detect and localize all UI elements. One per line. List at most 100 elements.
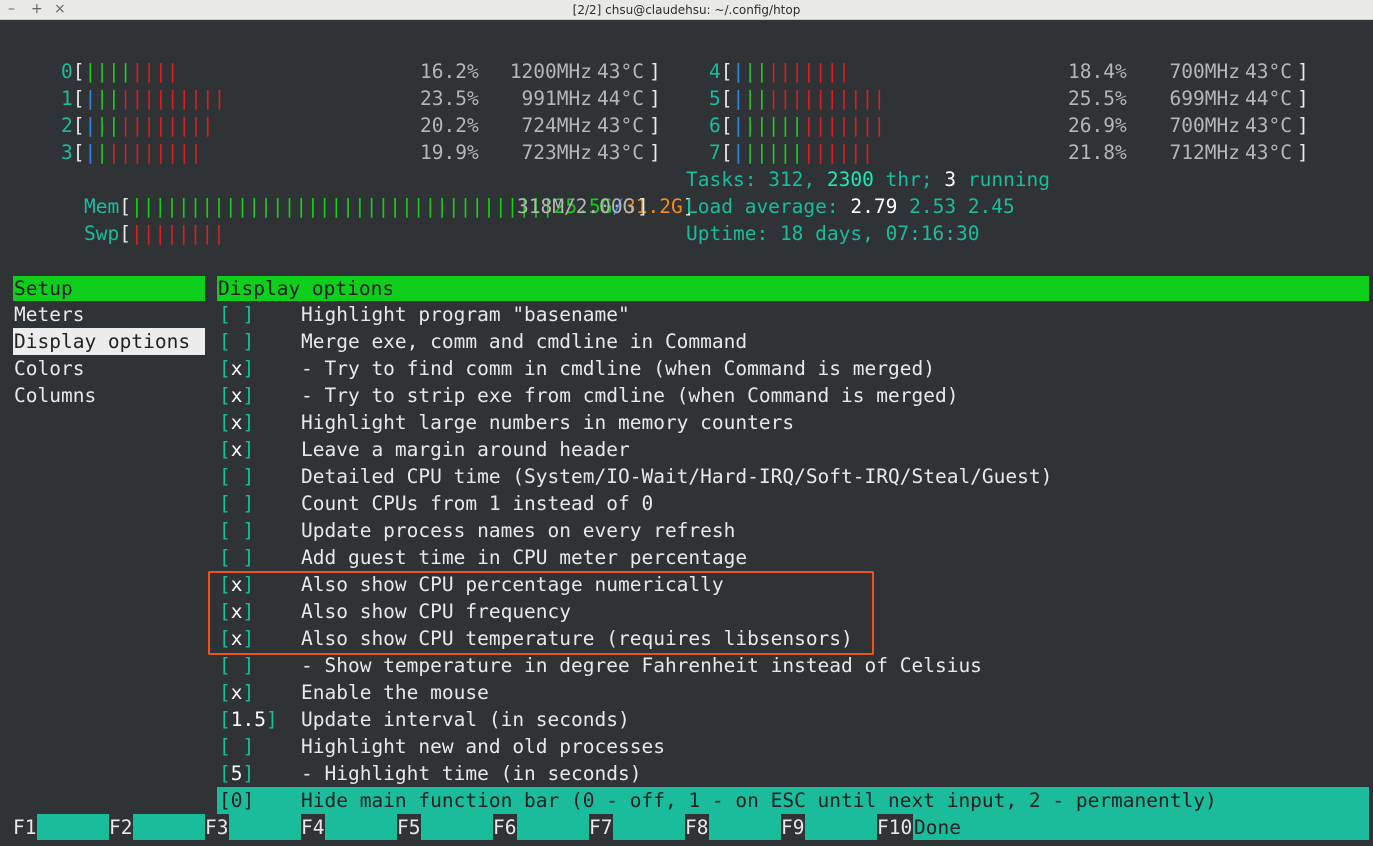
- swap-label: Swp: [83, 222, 120, 245]
- option-checkbox[interactable]: [ ]: [219, 652, 254, 679]
- function-key-label: F6: [493, 816, 517, 839]
- display-option[interactable]: [ ] Add guest time in CPU meter percentag…: [217, 544, 1317, 571]
- option-value: [231, 654, 243, 677]
- cpu-bar-segment: |: [84, 114, 97, 137]
- display-option[interactable]: [5] - Highlight time (in seconds): [217, 760, 1317, 787]
- option-checkbox[interactable]: [ ]: [219, 490, 254, 517]
- function-key-action: [325, 814, 397, 840]
- option-label: - Highlight time (in seconds): [301, 762, 642, 785]
- cpu-frequency: 712MHz: [1169, 141, 1240, 164]
- display-option[interactable]: [ ] Count CPUs from 1 instead of 0: [217, 490, 1317, 517]
- cpu-bar-segment: ||: [96, 114, 120, 137]
- cpu-meter-1: 1[|||||||||||| 23.5% 991MHz 44°C]: [61, 87, 661, 110]
- setup-category-meters[interactable]: Meters: [13, 301, 84, 328]
- cpu-percent: 23.5%: [420, 87, 479, 110]
- option-checkbox[interactable]: [x]: [219, 436, 254, 463]
- display-option[interactable]: [ ] Detailed CPU time (System/IO-Wait/Har…: [217, 463, 1317, 490]
- display-option[interactable]: [1.5] Update interval (in seconds): [217, 706, 1317, 733]
- function-key-f6[interactable]: F6: [493, 814, 589, 841]
- option-checkbox[interactable]: [x]: [219, 409, 254, 436]
- display-option[interactable]: [0] Hide main function bar (0 - off, 1 - …: [217, 787, 1369, 814]
- option-checkbox[interactable]: [5]: [219, 760, 254, 787]
- function-key-f7[interactable]: F7: [589, 814, 685, 841]
- option-value: x: [230, 384, 243, 407]
- option-value: 1.5: [230, 708, 266, 731]
- option-label: Leave a margin around header: [301, 438, 630, 461]
- function-key-action: Done: [913, 814, 1369, 840]
- cpu-bar-segment: |: [732, 87, 745, 110]
- function-key-f5[interactable]: F5: [397, 814, 493, 841]
- function-bar: F1 F2 F3 F4 F5 F6 F7 F8 F9 F10 Done: [0, 814, 1373, 841]
- setup-category-colors[interactable]: Colors: [13, 355, 84, 382]
- display-option[interactable]: [x] Leave a margin around header: [217, 436, 1317, 463]
- function-key-f1[interactable]: F1: [13, 814, 109, 841]
- function-key-f3[interactable]: F3: [205, 814, 301, 841]
- function-key-action: [805, 814, 877, 840]
- cpu-temperature: 43°C: [1245, 141, 1292, 164]
- option-label: Detailed CPU time (System/IO-Wait/Hard-I…: [301, 465, 1053, 488]
- option-value: [231, 519, 243, 542]
- setup-category-display-options[interactable]: Display options: [13, 328, 205, 355]
- cpu-meter-6: 6[||||||||||||| 26.9% 700MHz 43°C]: [709, 114, 1309, 137]
- display-options-header: Display options: [217, 276, 1369, 301]
- cpu-id: 0: [61, 60, 73, 83]
- cpu-temperature: 44°C: [597, 87, 644, 110]
- window-title: [2/2] chsu@claudehsu: ~/.config/htop: [572, 3, 801, 17]
- display-option[interactable]: [x] Highlight large numbers in memory cou…: [217, 409, 1317, 436]
- option-value: x: [230, 438, 243, 461]
- function-key-f10[interactable]: F10 Done: [877, 814, 1369, 841]
- display-option[interactable]: [ ] Update process names on every refresh: [217, 517, 1317, 544]
- option-label: Enable the mouse: [301, 681, 489, 704]
- option-value: 0: [230, 789, 243, 812]
- window-titlebar: – + × [2/2] chsu@claudehsu: ~/.config/ht…: [0, 0, 1373, 20]
- option-checkbox[interactable]: [ ]: [219, 463, 254, 490]
- option-checkbox[interactable]: [x]: [219, 382, 254, 409]
- swap-value: 318M/2.00G: [517, 195, 635, 218]
- option-label: Highlight program "basename": [301, 303, 630, 326]
- cpu-temperature: 43°C: [1245, 60, 1292, 83]
- option-checkbox[interactable]: [ ]: [219, 517, 254, 544]
- cpu-frequency: 1200MHz: [509, 60, 592, 83]
- cpu-bar-segment: ||||||: [802, 141, 874, 164]
- function-key-f8[interactable]: F8: [685, 814, 781, 841]
- function-key-action: [709, 814, 781, 840]
- display-option[interactable]: [x] Enable the mouse: [217, 679, 1317, 706]
- option-checkbox[interactable]: [ ]: [219, 733, 254, 760]
- function-key-f4[interactable]: F4: [301, 814, 397, 841]
- option-value: x: [230, 411, 243, 434]
- cpu-bar-segment: |: [84, 87, 97, 110]
- load-one: 2.79: [850, 195, 898, 218]
- display-option[interactable]: [ ] Highlight new and old processes: [217, 733, 1317, 760]
- cpu-percent: 25.5%: [1068, 87, 1127, 110]
- swap-bar: ||||||||: [130, 222, 225, 245]
- cpu-bar-segment: |||||||||: [119, 87, 226, 110]
- display-option[interactable]: [x] - Try to find comm in cmdline (when C…: [217, 355, 1317, 382]
- option-value: [231, 303, 243, 326]
- cpu-meter-7: 7[|||||||||||| 21.8% 712MHz 43°C]: [709, 141, 1309, 164]
- cpu-bar-segment: ||: [744, 60, 768, 83]
- display-option[interactable]: [ ] Merge exe, comm and cmdline in Comman…: [217, 328, 1317, 355]
- option-checkbox[interactable]: [ ]: [219, 544, 254, 571]
- load-label: Load average:: [686, 195, 839, 218]
- option-checkbox[interactable]: [x]: [219, 679, 254, 706]
- cpu-percent: 26.9%: [1068, 114, 1127, 137]
- option-checkbox[interactable]: [0]: [219, 787, 254, 814]
- setup-category-columns[interactable]: Columns: [13, 382, 96, 409]
- function-key-f2[interactable]: F2: [109, 814, 205, 841]
- terminal[interactable]: 0[|||||||| 16.2% 1200MHz 43°C] 1[|||||||||||…: [0, 20, 1373, 846]
- option-checkbox[interactable]: [1.5]: [219, 706, 278, 733]
- cpu-bar-segment: ||||: [84, 60, 132, 83]
- function-key-action: [37, 814, 109, 840]
- cpu-bar-segment: ||||||||: [119, 114, 214, 137]
- option-checkbox[interactable]: [x]: [219, 355, 254, 382]
- tasks-count: 312: [768, 168, 804, 191]
- option-checkbox[interactable]: [ ]: [219, 301, 254, 328]
- display-option[interactable]: [x] - Try to strip exe from cmdline (when…: [217, 382, 1317, 409]
- display-option[interactable]: [ ] - Show temperature in degree Fahrenhe…: [217, 652, 1317, 679]
- cpu-bar-segment: ||: [744, 87, 768, 110]
- uptime-label: Uptime:: [686, 222, 769, 245]
- cpu-bar-segment: |: [96, 141, 108, 164]
- option-checkbox[interactable]: [ ]: [219, 328, 254, 355]
- function-key-f9[interactable]: F9: [781, 814, 877, 841]
- display-option[interactable]: [ ] Highlight program "basename": [217, 301, 1317, 328]
